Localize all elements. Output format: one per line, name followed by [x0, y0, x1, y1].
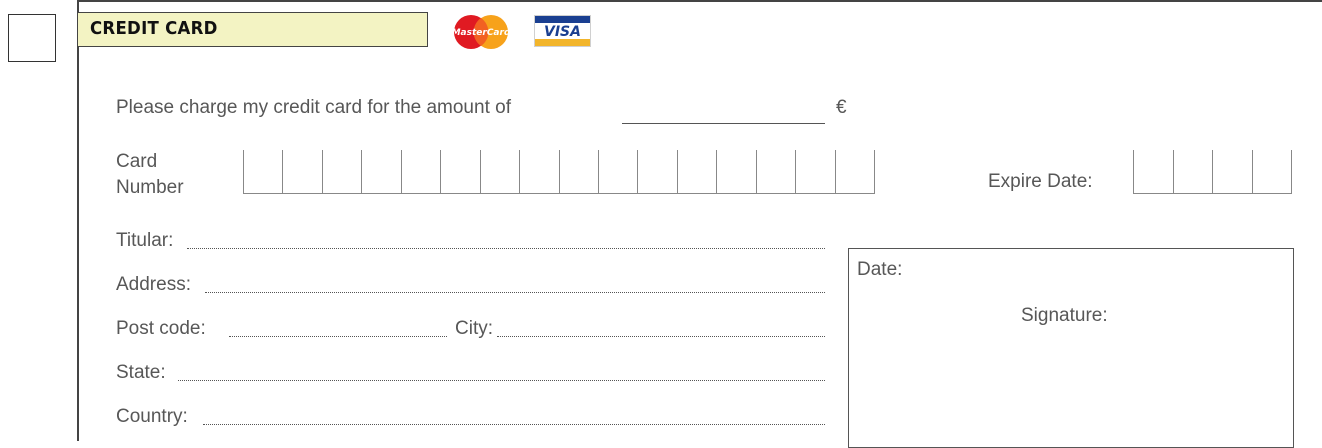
card-digit-divider [716, 150, 717, 194]
card-number-label-line1: Card [116, 151, 158, 172]
card-digit-divider [835, 150, 836, 194]
card-number-label-line2: Number [116, 177, 184, 198]
date-label: Date: [857, 259, 903, 280]
card-digit-divider [401, 150, 402, 194]
card-digit-divider [637, 150, 638, 194]
signature-box[interactable] [848, 248, 1294, 448]
expire-digit-divider [1212, 150, 1213, 194]
city-field[interactable] [497, 336, 825, 337]
expire-digit-divider [1173, 150, 1174, 194]
expire-digit-divider [1252, 150, 1253, 194]
expire-date-input[interactable] [1133, 150, 1292, 194]
card-digit-divider [243, 150, 244, 194]
card-digit-divider [361, 150, 362, 194]
card-digit-divider [322, 150, 323, 194]
country-field[interactable] [203, 424, 825, 425]
card-digit-divider [598, 150, 599, 194]
amount-input[interactable] [622, 123, 825, 124]
amount-label: Please charge my credit card for the amo… [116, 97, 511, 118]
card-digit-divider [756, 150, 757, 194]
titular-field[interactable] [187, 248, 825, 249]
expire-digit-divider [1133, 150, 1134, 194]
card-digit-divider [480, 150, 481, 194]
visa-logo-icon: VISA [534, 15, 591, 47]
signature-label: Signature: [1021, 305, 1108, 326]
payment-option-checkbox[interactable] [8, 14, 56, 62]
state-field[interactable] [178, 380, 825, 381]
card-digit-divider [874, 150, 875, 194]
section-title: CREDIT CARD [90, 18, 218, 39]
address-label: Address: [116, 274, 191, 295]
card-digit-divider [282, 150, 283, 194]
expire-date-label: Expire Date: [988, 171, 1093, 192]
card-digit-divider [519, 150, 520, 194]
address-field[interactable] [205, 292, 825, 293]
city-label: City: [455, 318, 493, 339]
state-label: State: [116, 362, 166, 383]
post-code-field[interactable] [229, 336, 447, 337]
card-digit-divider [677, 150, 678, 194]
mastercard-text: MasterCard [452, 28, 511, 38]
titular-label: Titular: [116, 230, 174, 251]
panel-top-border [77, 0, 1322, 2]
country-label: Country: [116, 406, 188, 427]
card-digit-divider [559, 150, 560, 194]
expire-digit-divider [1291, 150, 1292, 194]
panel-left-border [77, 0, 79, 441]
mastercard-logo-icon: MasterCard [452, 15, 511, 49]
visa-text: VISA [544, 24, 581, 40]
card-number-input[interactable] [243, 150, 875, 194]
currency-symbol: € [836, 97, 847, 118]
card-digit-divider [440, 150, 441, 194]
post-code-label: Post code: [116, 318, 206, 339]
card-digit-divider [795, 150, 796, 194]
